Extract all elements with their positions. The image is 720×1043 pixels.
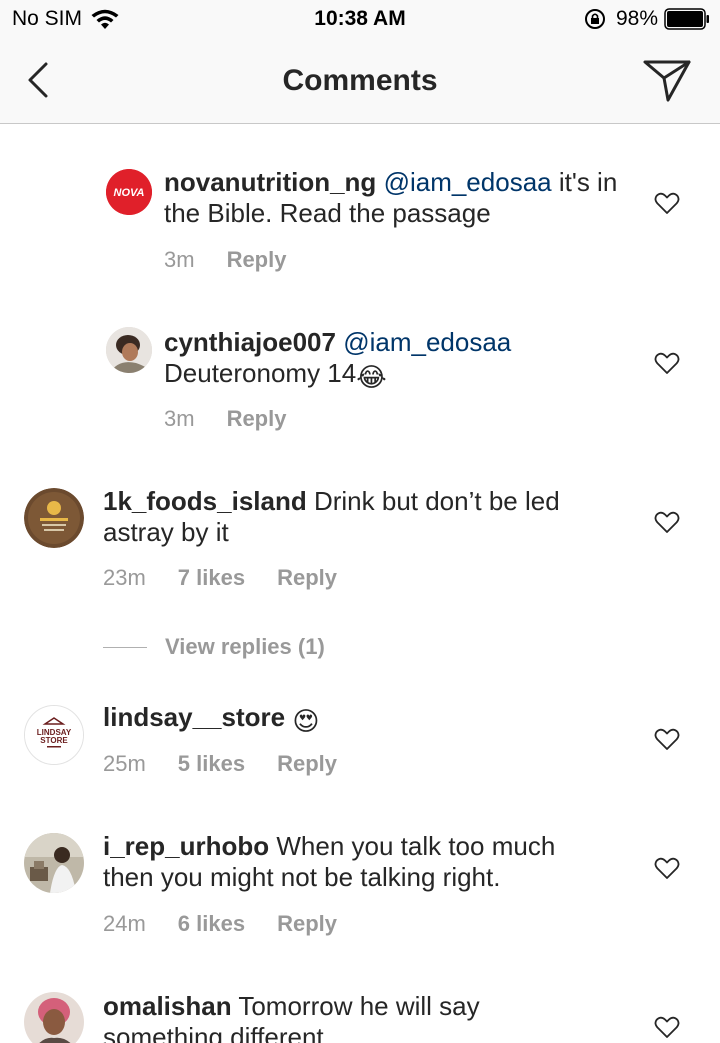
nav-bar: Comments xyxy=(0,40,720,124)
avatar[interactable] xyxy=(24,488,84,548)
comment-username[interactable]: i_rep_urhobo xyxy=(103,831,269,861)
status-right: 98% xyxy=(584,7,710,31)
comment-text: omalishan Tomorrow he will say something… xyxy=(103,991,593,1043)
avatar[interactable]: LINDSAY STORE xyxy=(24,705,84,765)
battery-percent: 98% xyxy=(615,7,658,30)
avatar[interactable] xyxy=(106,327,152,373)
comment-text: cynthiajoe007 @iam_edosaa Deuteronomy 14… xyxy=(164,327,634,393)
avatar[interactable]: NOVA xyxy=(106,169,152,215)
reply-button[interactable]: Reply xyxy=(277,565,337,591)
reply-button[interactable]: Reply xyxy=(227,406,287,432)
reply-button[interactable]: Reply xyxy=(277,911,337,937)
store-logo-icon: LINDSAY STORE xyxy=(25,706,83,764)
comment-text: lindsay__store 😍 xyxy=(103,702,573,737)
send-icon[interactable] xyxy=(642,57,692,105)
view-replies-button[interactable]: View replies (1) xyxy=(103,634,325,660)
comment-time: 23m xyxy=(103,565,146,590)
comments-list[interactable]: NOVA novanutrition_ng @iam_edosaa it's i… xyxy=(0,125,720,1043)
reply-button[interactable]: Reply xyxy=(227,247,287,273)
comment-mention[interactable]: @iam_edosaa xyxy=(343,327,511,357)
avatar-photo-icon xyxy=(24,992,84,1043)
avatar-photo-icon xyxy=(106,327,152,373)
comment-username[interactable]: novanutrition_ng xyxy=(164,167,376,197)
comment-body xyxy=(285,702,292,732)
view-replies-label[interactable]: View replies (1) xyxy=(165,634,325,660)
heart-eyes-emoji: 😍 xyxy=(292,706,320,736)
comment-text: 1k_foods_island Drink but don’t be led a… xyxy=(103,486,593,548)
status-bar: No SIM 10:38 AM 98% xyxy=(0,0,720,40)
avatar[interactable] xyxy=(24,992,84,1043)
comment-username[interactable]: 1k_foods_island xyxy=(103,486,307,516)
heart-icon[interactable] xyxy=(654,856,680,880)
avatar-logo-text: NOVA xyxy=(114,187,145,199)
comment-username[interactable]: cynthiajoe007 xyxy=(164,327,336,357)
nova-logo-icon: NOVA xyxy=(106,169,152,215)
avatar-logo-text-2: STORE xyxy=(40,736,68,745)
orientation-lock-icon xyxy=(584,9,605,29)
comment-time: 3m xyxy=(164,406,195,431)
reply-button[interactable]: Reply xyxy=(277,751,337,777)
heart-icon[interactable] xyxy=(654,727,680,751)
view-replies-divider xyxy=(103,646,147,648)
likes-count[interactable]: 7 likes xyxy=(178,565,245,591)
comment-meta: 25m 5 likes Reply xyxy=(103,751,369,777)
likes-count[interactable]: 6 likes xyxy=(178,911,245,937)
battery-icon xyxy=(664,8,709,30)
comment-username[interactable]: omalishan xyxy=(103,991,232,1021)
comment-time: 25m xyxy=(103,751,146,776)
comment-text: novanutrition_ng @iam_edosaa it's in the… xyxy=(164,167,634,229)
heart-icon[interactable] xyxy=(654,510,680,534)
comment-time: 3m xyxy=(164,247,195,272)
comment-time: 24m xyxy=(103,911,146,936)
comment-meta: 3m Reply xyxy=(164,247,318,273)
comment-meta: 3m Reply xyxy=(164,406,318,432)
likes-count[interactable]: 5 likes xyxy=(178,751,245,777)
heart-icon[interactable] xyxy=(654,191,680,215)
page-title: Comments xyxy=(282,64,438,97)
heart-icon[interactable] xyxy=(654,1015,680,1039)
comment-meta: 24m 6 likes Reply xyxy=(103,911,369,937)
avatar-photo-icon xyxy=(24,833,84,893)
comment-meta: 23m 7 likes Reply xyxy=(103,565,369,591)
foods-logo-icon xyxy=(24,488,84,548)
comment-body: Deuteronomy 14 xyxy=(164,358,357,388)
avatar[interactable] xyxy=(24,833,84,893)
comment-text: i_rep_urhobo When you talk too much then… xyxy=(103,831,593,893)
laughing-emoji: 😂 xyxy=(356,362,387,392)
comment-mention[interactable]: @iam_edosaa xyxy=(384,167,552,197)
comment-username[interactable]: lindsay__store xyxy=(103,702,285,732)
heart-icon[interactable] xyxy=(654,351,680,375)
